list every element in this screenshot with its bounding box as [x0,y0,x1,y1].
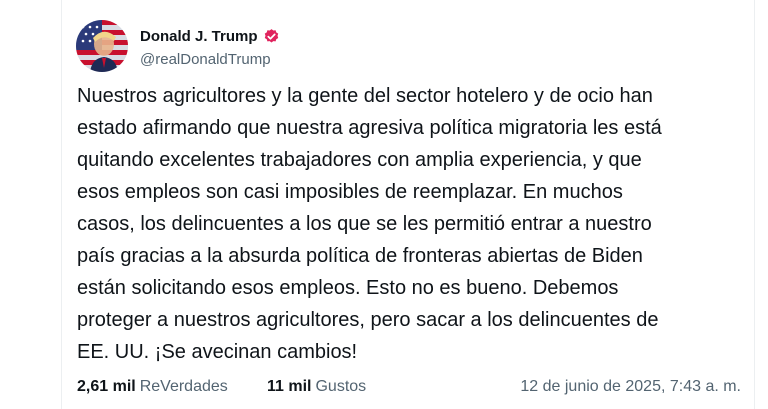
post-text-line: están solicitando esos empleos. Esto no … [77,277,619,299]
post-text-line: esos empleos son casi imposibles de reem… [77,181,623,203]
reposts-stat[interactable]: 2,61 mil ReVerdades [77,378,228,396]
reposts-count: 2,61 mil [77,378,136,395]
post-footer: 2,61 mil ReVerdades 11 mil Gustos 12 de ju… [77,378,741,400]
post-text-line: país gracias a la absurda política de fr… [77,245,643,267]
post-timestamp[interactable]: 12 de junio de 2025, 7:43 a. m. [520,378,741,396]
avatar-image [76,20,128,72]
post-text-line: estado afirmando que nuestra agresiva po… [77,117,662,139]
author-name[interactable]: Donald J. Trump [140,28,258,45]
name-row: Donald J. Trump [140,26,280,46]
post-text-line: casos, los delincuentes a los que se les… [77,213,652,235]
post-text-line: proteger a nuestros agricultores, pero s… [77,309,659,331]
likes-stat[interactable]: 11 mil Gustos [267,378,366,396]
post-text-line: quitando excelentes trabajadores con amp… [77,149,642,171]
post-text-line: EE. UU. ¡Se avecinan cambios! [77,341,358,363]
post-header: Donald J. Trump @realDonaldTrump [76,16,726,76]
reposts-label: ReVerdades [139,378,228,395]
post-text-line: Nuestros agricultores y la gente del sec… [77,85,653,107]
post-text: Nuestros agricultores y la gente del sec… [77,80,737,368]
avatar[interactable] [76,20,128,72]
likes-count: 11 mil [267,378,312,395]
verified-badge-icon [263,28,280,45]
likes-label: Gustos [315,378,367,395]
post-card: Donald J. Trump @realDonaldTrump Nuestro… [61,0,755,409]
author-handle[interactable]: @realDonaldTrump [140,51,280,68]
author-block: Donald J. Trump @realDonaldTrump [140,26,280,68]
